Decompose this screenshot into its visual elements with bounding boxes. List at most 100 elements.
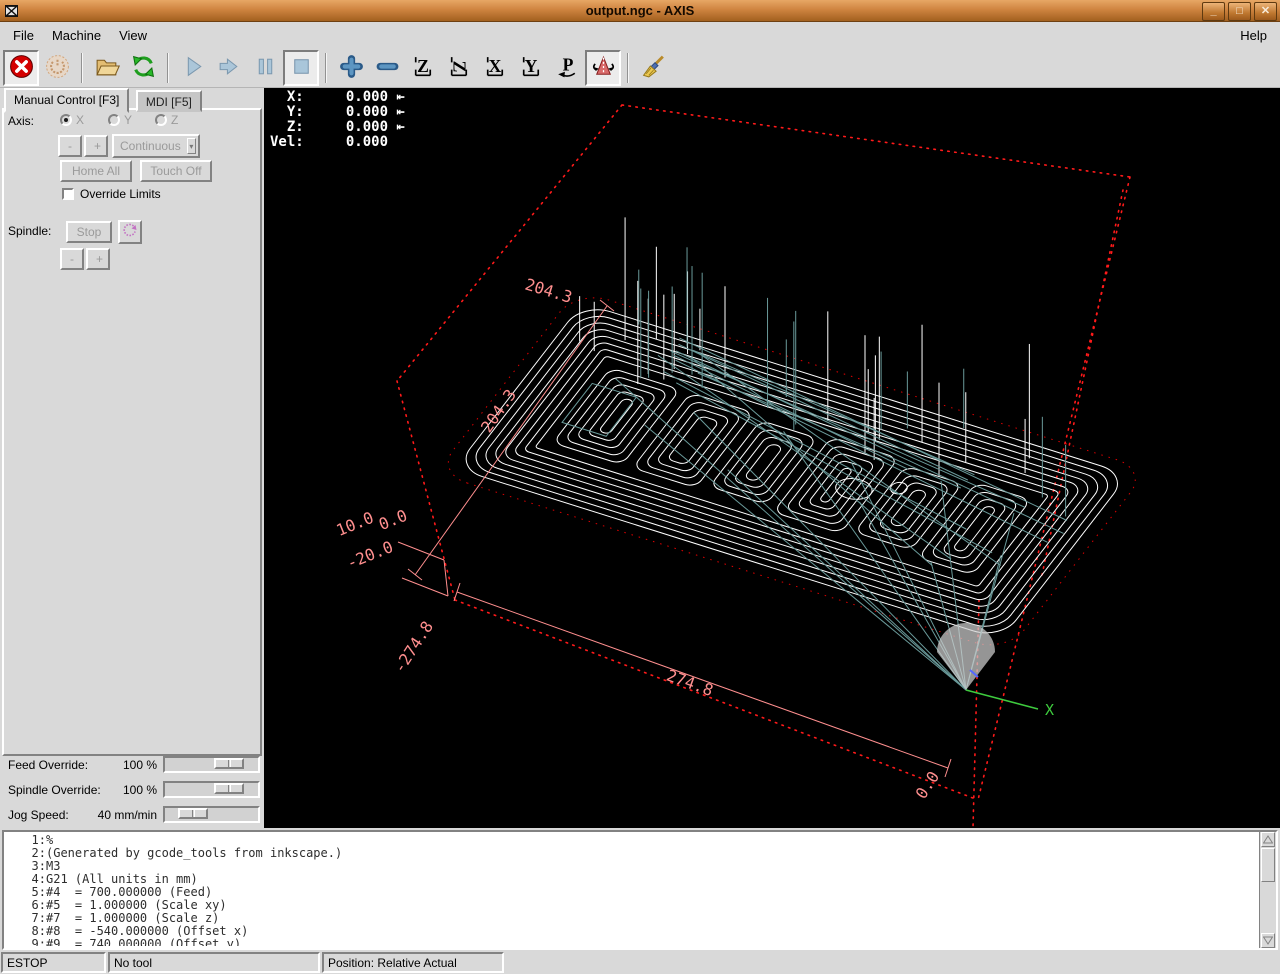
x-axis-label: X [1045, 701, 1054, 719]
view-top-button[interactable]: Z [405, 50, 441, 86]
dim-y-tick-bottom [408, 569, 422, 580]
rotate-view-icon [590, 53, 617, 83]
menubar: FileMachineView Help [0, 22, 1280, 48]
titlebar[interactable]: output.ngc - AXIS _ □ ✕ [0, 0, 1280, 22]
jog-plus-button[interactable]: + [84, 135, 108, 157]
svg-text:Z: Z [449, 60, 469, 72]
jog-minus-button[interactable]: - [58, 135, 82, 157]
step-program-button[interactable] [211, 50, 247, 86]
dim-z-tick-bottom [402, 578, 448, 596]
spindle-override-slider[interactable] [163, 781, 260, 798]
reload-file-button[interactable] [125, 50, 161, 86]
view-side-x-button[interactable]: X [477, 50, 513, 86]
gcode-line-text: #7 = 1.000000 (Scale z) [46, 911, 219, 925]
gcode-line-text: #5 = 1.000000 (Scale xy) [46, 898, 227, 912]
feed-override-slider[interactable] [163, 756, 260, 773]
axis-x-radio[interactable] [60, 114, 72, 126]
axis-z-label: Z [171, 113, 178, 127]
feed-override-value: 100 % [123, 758, 157, 772]
letter-icon: Z [446, 53, 473, 83]
rotate-view-button[interactable] [585, 50, 621, 86]
override-limits-checkbox[interactable] [62, 188, 74, 200]
spindle-stop-button[interactable]: Stop [66, 221, 112, 243]
tab-mdi[interactable]: MDI [F5] [136, 90, 202, 112]
dim-x-tick-left [454, 583, 460, 601]
stop-program-button[interactable] [283, 50, 319, 86]
jog-speed-slider[interactable] [163, 806, 260, 823]
dim-y-tick-top [600, 300, 614, 311]
slider-thumb[interactable] [214, 783, 244, 794]
spindle-minus-button[interactable]: - [60, 248, 84, 270]
preview-area[interactable]: 204.3 204.3 274.8 -274.8 0.0 10.0 0.0 -2… [264, 88, 1280, 828]
window-title: output.ngc - AXIS [0, 3, 1280, 18]
panel-border [2, 108, 262, 756]
minimize-button[interactable]: _ [1202, 2, 1225, 21]
spindle-override-row: Spindle Override: 100 % [0, 780, 264, 802]
estop-button[interactable] [3, 50, 39, 86]
view-top-rotated-button[interactable]: Z [441, 50, 477, 86]
svg-text:X: X [488, 56, 501, 76]
gcode-line-text: #9 = 740.000000 (Offset y) [46, 937, 241, 946]
spindle-brake-button[interactable] [118, 220, 142, 244]
slider-thumb[interactable] [214, 758, 244, 769]
view-perspective-button[interactable]: P [549, 50, 585, 86]
gcode-line-text: G21 (All units in mm) [46, 872, 198, 886]
run-program-button[interactable] [175, 50, 211, 86]
machine-power-button[interactable] [39, 50, 75, 86]
axis-z-radio[interactable] [155, 114, 167, 126]
gcode-line-text: #8 = -540.000000 (Offset x) [46, 924, 248, 938]
dim-y-top-label: 204.3 [523, 275, 575, 307]
spindle-override-value: 100 % [123, 783, 157, 797]
chevron-down-icon: ▾ [187, 138, 196, 154]
gcode-lines: 1:%2:(Generated by gcode_tools from inks… [6, 834, 1258, 946]
open-file-button[interactable] [89, 50, 125, 86]
estop-icon [8, 53, 35, 83]
dim-z-zero-label: 0.0 [376, 506, 410, 534]
home-all-button[interactable]: Home All [60, 160, 132, 182]
dim-y-left-label: 204.3 [477, 386, 520, 436]
zoom-in-button[interactable] [333, 50, 369, 86]
statusbar: ESTOPNo toolPosition: Relative Actual [0, 951, 1280, 974]
menu-file[interactable]: File [4, 24, 43, 47]
gcode-scrollbar[interactable] [1259, 832, 1276, 948]
gcode-listing[interactable]: 1:%2:(Generated by gcode_tools from inks… [2, 830, 1278, 950]
scroll-down-arrow-icon[interactable] [1261, 933, 1275, 948]
gcode-line[interactable]: 2:(Generated by gcode_tools from inkscap… [6, 847, 1258, 860]
run-icon [180, 53, 207, 83]
menu-help[interactable]: Help [1231, 24, 1276, 47]
view-side-y-button[interactable]: Y [513, 50, 549, 86]
pause-program-button[interactable] [247, 50, 283, 86]
stop-icon [288, 53, 315, 83]
axis-y-radio[interactable] [108, 114, 120, 126]
scroll-up-arrow-icon[interactable] [1261, 832, 1275, 847]
touch-off-button[interactable]: Touch Off [140, 160, 212, 182]
tab-manual-control[interactable]: Manual Control [F3] [4, 88, 129, 113]
gcode-line[interactable]: 9:#9 = 740.000000 (Offset y) [6, 938, 1258, 946]
manual-control-panel: Manual Control [F3] MDI [F5] Axis: X Y Z… [0, 88, 264, 828]
menu-machine[interactable]: Machine [43, 24, 110, 47]
zoom-out-button[interactable] [369, 50, 405, 86]
preview-canvas[interactable]: 204.3 204.3 274.8 -274.8 0.0 10.0 0.0 -2… [264, 88, 1280, 828]
svg-text:P: P [562, 54, 573, 74]
jog-increment-combo[interactable]: Continuous ▾ [112, 134, 200, 158]
axis-x-label: X [76, 113, 84, 127]
clear-plot-button[interactable] [635, 50, 671, 86]
feed-override-row: Feed Override: 100 % [0, 755, 264, 777]
menu-view[interactable]: View [110, 24, 156, 47]
jog-increment-value: Continuous [120, 139, 181, 153]
slider-thumb[interactable] [178, 808, 208, 819]
close-button[interactable]: ✕ [1254, 2, 1277, 21]
letter-icon: Y [518, 53, 545, 83]
spindle-plus-button[interactable]: + [86, 248, 110, 270]
scrollbar-thumb[interactable] [1261, 848, 1275, 882]
gcode-line-text: (Generated by gcode_tools from inkscape.… [46, 846, 342, 860]
pause-icon [252, 53, 279, 83]
dimensions-group: 204.3 204.3 274.8 -274.8 0.0 10.0 0.0 -2… [334, 275, 951, 803]
maximize-button[interactable]: □ [1228, 2, 1251, 21]
status-cell-0: ESTOP [1, 952, 106, 973]
spindle-label: Spindle: [8, 224, 51, 238]
tool-cone [937, 623, 995, 690]
letter-icon: X [482, 53, 509, 83]
toolbar: ZZ XYP [0, 48, 1280, 88]
tab-bar: Manual Control [F3] MDI [F5] [4, 88, 202, 109]
